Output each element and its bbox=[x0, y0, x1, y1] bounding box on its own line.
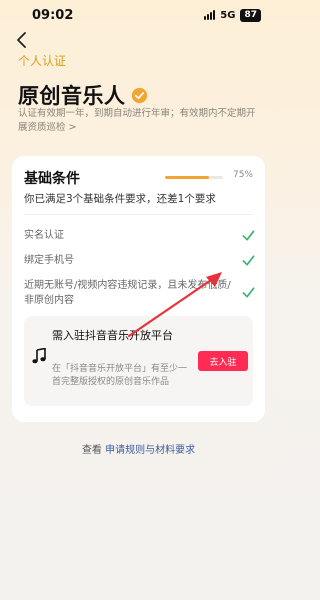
page-subtitle: 个人认证 bbox=[18, 54, 67, 68]
progress-bar bbox=[165, 176, 223, 179]
network-type: 5G bbox=[220, 9, 236, 21]
card-title: 基础条件 bbox=[24, 171, 80, 187]
check-icon bbox=[242, 230, 255, 241]
signal-icon bbox=[204, 10, 216, 20]
platform-description: 在「抖音音乐开放平台」有至少一首完整版授权的原创音乐作品 bbox=[52, 364, 188, 387]
music-note-icon bbox=[32, 348, 46, 364]
conditions-summary: 你已满足3个基础条件要求，还差1个要求 bbox=[24, 193, 216, 205]
annotation-arrow bbox=[127, 272, 222, 338]
condition-label: 实名认证 bbox=[24, 230, 64, 241]
back-arrow-icon bbox=[17, 32, 26, 48]
back-button[interactable] bbox=[12, 30, 32, 50]
battery-icon: 87 bbox=[240, 8, 261, 22]
footer-prefix: 查看 bbox=[81, 445, 102, 456]
card-header: 基础条件 75% bbox=[24, 168, 253, 188]
page-title: 原创音乐人 bbox=[18, 84, 126, 108]
progress-fill bbox=[165, 176, 209, 179]
status-time: 09:02 bbox=[32, 7, 74, 23]
rules-link[interactable]: 查看 申请规则与材料要求 bbox=[0, 441, 277, 456]
check-icon bbox=[242, 255, 255, 266]
status-bar: 09:02 5G 87 bbox=[0, 0, 277, 30]
title-row: 原创音乐人 bbox=[18, 80, 148, 110]
rules-link-text[interactable]: 申请规则与材料要求 bbox=[105, 445, 195, 456]
check-icon bbox=[242, 287, 255, 298]
join-platform-button[interactable]: 去入驻 bbox=[198, 351, 248, 371]
progress-text: 75% bbox=[232, 170, 253, 180]
status-indicators: 5G 87 bbox=[204, 8, 261, 22]
condition-row: 实名认证 bbox=[24, 228, 255, 243]
validity-description[interactable]: 认证有效期一年，到期自动进行年审；有效期内不定期开展资质巡检 > bbox=[18, 107, 263, 135]
verified-check-icon bbox=[131, 87, 147, 103]
divider bbox=[24, 214, 253, 215]
